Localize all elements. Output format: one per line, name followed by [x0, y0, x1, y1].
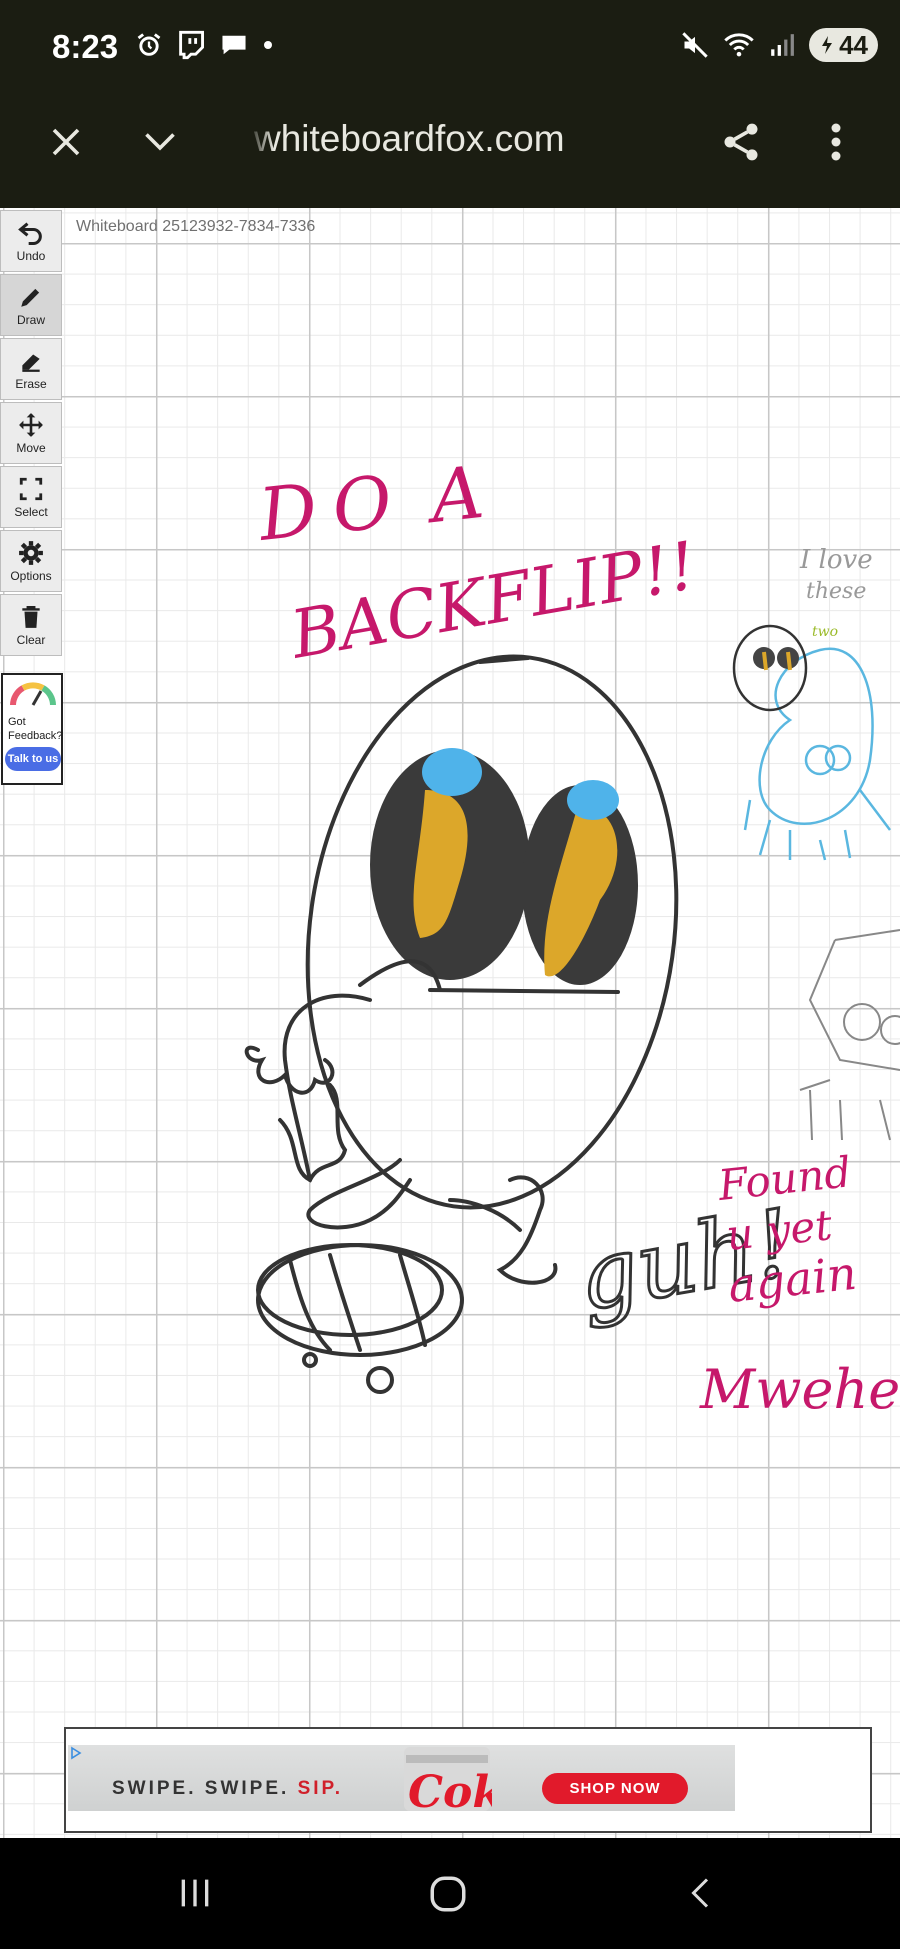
muhehe-text: Mwehehe — [699, 1358, 900, 1421]
select-icon — [19, 477, 43, 500]
svg-text:BACKFLIP!!: BACKFLIP!! — [284, 527, 701, 674]
options-label: Options — [10, 568, 52, 583]
android-nav-bar — [0, 1838, 900, 1949]
canvas-drawings: DO A BACKFLIP!! guh! Found u yet again M… — [244, 450, 900, 1421]
home-icon — [430, 1876, 466, 1912]
eraser-icon — [22, 354, 40, 372]
home-button[interactable] — [422, 1868, 474, 1920]
talk-to-us-button[interactable]: Talk to us — [5, 747, 61, 771]
feedback-text: Got Feedback? — [8, 715, 62, 743]
back-button[interactable] — [678, 1868, 724, 1918]
select-label: Select — [14, 504, 48, 519]
feedback-widget[interactable]: Got Feedback? Talk to us — [1, 673, 63, 785]
shop-now-button[interactable]: SHOP NOW — [542, 1773, 688, 1804]
whiteboard-toolbar: Undo Draw Erase Move Select Options Clea… — [0, 210, 64, 658]
backflip-text-drawing: DO A BACKFLIP!! — [253, 450, 702, 674]
feedback-line1: Got — [8, 716, 26, 728]
backflip-text: DO A — [253, 450, 487, 557]
svg-text:two: two — [812, 624, 838, 640]
erase-button[interactable]: Erase — [0, 338, 62, 400]
erase-label: Erase — [15, 376, 47, 391]
i-love-text: I love — [799, 545, 873, 575]
coke-can-image: Coke — [404, 1747, 492, 1811]
ad-text: SWIPE. SWIPE. SIP. — [112, 1778, 343, 1800]
feedback-line2: Feedback? — [8, 730, 63, 742]
undo-icon — [18, 222, 42, 245]
found-you-text-1: Found — [715, 1147, 854, 1210]
recent-apps-icon — [181, 1879, 209, 1907]
feedback-meter-icon — [10, 682, 56, 706]
draw-button[interactable]: Draw — [0, 274, 62, 336]
draw-label: Draw — [16, 312, 45, 327]
clear-label: Clear — [16, 632, 46, 647]
gray-sketch-drawing — [799, 929, 900, 1141]
clear-button[interactable]: Clear — [0, 594, 62, 656]
recent-apps-button[interactable] — [170, 1868, 220, 1918]
options-button[interactable]: Options — [0, 530, 62, 592]
ad-text-accent: SIP. — [297, 1778, 344, 1799]
undo-button[interactable]: Undo — [0, 210, 62, 272]
move-icon — [19, 412, 43, 437]
gear-icon — [19, 540, 43, 565]
small-character-drawing: I love these two — [732, 545, 891, 861]
ad-text-main: SWIPE. SWIPE. — [112, 1778, 298, 1799]
found-you-drawing: Found u yet again Mwehehe — [699, 1147, 900, 1421]
ad-brand-text: Coke — [408, 1767, 492, 1811]
svg-text:these: these — [806, 579, 866, 604]
trash-icon — [22, 605, 40, 628]
move-label: Move — [16, 440, 46, 455]
select-button[interactable]: Select — [0, 466, 62, 528]
move-button[interactable]: Move — [0, 402, 62, 464]
back-icon — [691, 1878, 709, 1908]
pencil-icon — [21, 288, 40, 307]
undo-label: Undo — [16, 248, 46, 263]
ad-info-icon[interactable] — [70, 1746, 86, 1760]
